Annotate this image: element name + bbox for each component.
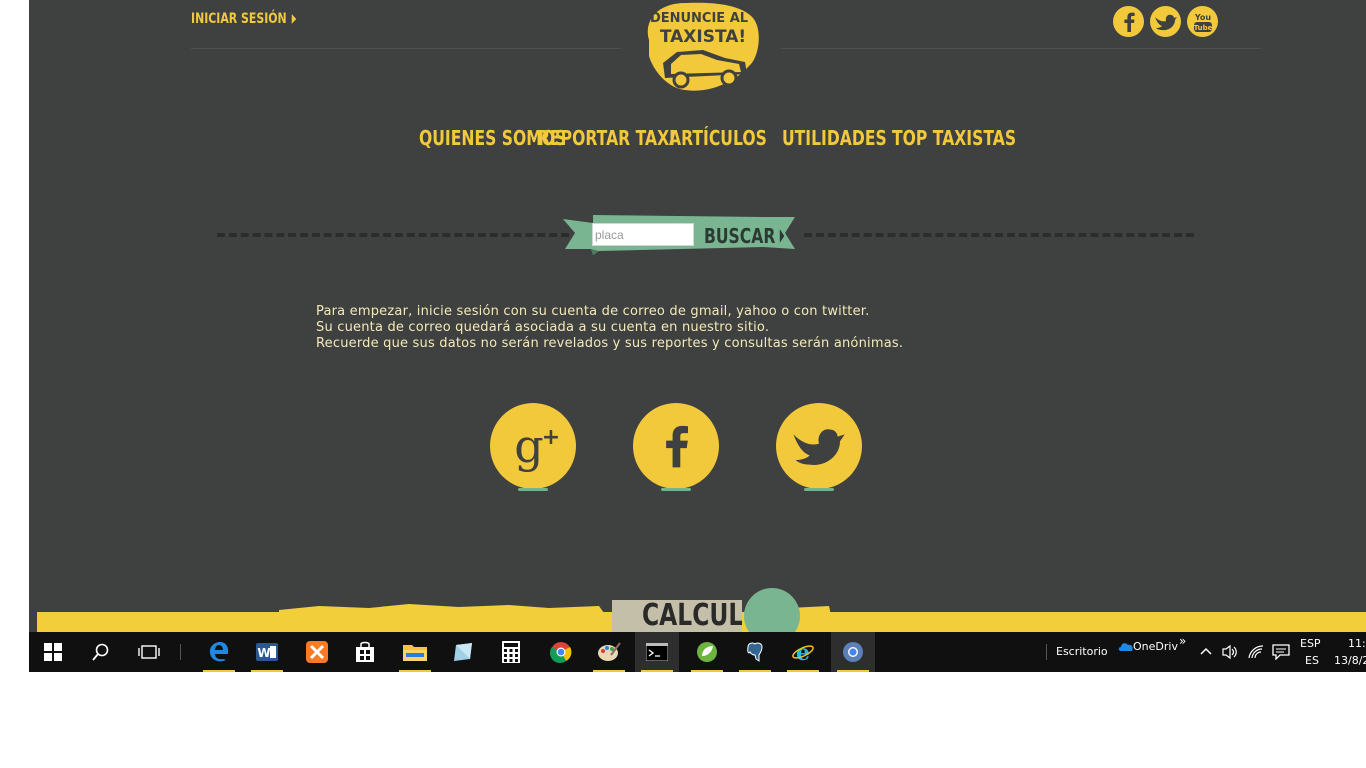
nav-item-articulos[interactable]: ARTÍCULOS [669,126,767,150]
windows-start-icon [44,643,62,661]
onedrive-label[interactable]: OneDriv [1133,640,1178,653]
nav-item-reportar-taxi[interactable]: REPORTAR TAXI [538,126,675,150]
postgres-icon [747,642,763,662]
svg-text:e: e [796,641,810,663]
taskbar-chrome-alt[interactable] [831,632,875,672]
site-logo[interactable]: DENUNCIE AL TAXISTA! [641,0,761,100]
main-nav: QUIENES SOMOS REPORTAR TAXI ARTÍCULOS UT… [29,126,1366,156]
calculator-icon [502,641,520,663]
notifications-icon[interactable] [1272,644,1290,660]
svg-text:+: + [542,425,560,450]
facebook-icon [1123,12,1135,32]
header-divider-left [191,48,621,49]
onedrive-icon [1118,643,1133,651]
facebook-icon [666,425,688,468]
plate-search-input[interactable] [592,223,694,246]
chrome-icon [843,642,863,662]
facebook-link[interactable] [1113,6,1144,37]
chrome-icon [550,642,572,663]
taskbar-separator [180,644,181,660]
language-code[interactable]: ESP [1300,637,1321,650]
svg-text:You: You [1193,13,1211,22]
nav-item-utilidades[interactable]: UTILIDADES [782,126,887,150]
windows-taskbar: W e Escritorio OneDriv » ESP ES 11: 13/8… [29,632,1366,672]
login-link[interactable]: INICIAR SESIÓN [191,11,297,27]
search-button-label: BUSCAR [704,224,776,248]
logo-text-line2: TAXISTA! [660,27,746,47]
svg-text:g: g [514,419,543,473]
nav-item-top-taxistas[interactable]: TOP TAXISTAS [892,126,1016,150]
facebook-login-button[interactable] [633,403,719,491]
twitter-bird-icon [793,429,845,465]
paint-icon [598,642,621,661]
taskbar-search-button[interactable] [79,632,123,672]
clock-date[interactable]: 13/8/20 [1334,654,1366,667]
page-viewport: INICIAR SESIÓN DENUNCIE AL TAXISTA! You … [29,0,1366,672]
task-view-button[interactable] [127,632,171,672]
taskbar-store[interactable] [343,632,387,672]
calcula-label: CALCULA [642,600,742,632]
google-plus-icon: g + [514,419,560,473]
intro-line: Su cuenta de correo quedará asociada a s… [316,320,770,335]
folder-icon [403,645,427,661]
taskbar-paint[interactable] [587,632,631,672]
intro-line: Para empezar, inicie sesión con su cuent… [316,304,870,319]
ie-icon: e [792,641,814,663]
svg-text:W: W [257,646,270,660]
taskbar-internet-explorer[interactable]: e [781,632,825,672]
login-label: INICIAR SESIÓN [191,11,287,27]
twitter-bird-icon [1154,14,1177,30]
youtube-link[interactable]: You Tube [1187,6,1218,37]
chevron-up-icon[interactable] [1200,647,1212,655]
taskbar-postgres[interactable] [733,632,777,672]
word-icon: W [256,643,278,661]
login-instructions: Para empezar, inicie sesión con su cuent… [316,304,903,352]
taskbar-file-explorer[interactable] [393,632,437,672]
intro-line: Recuerde que sus datos no serán revelado… [316,336,904,351]
logo-text-line1: DENUNCIE AL [650,11,748,26]
youtube-icon: You Tube [1193,13,1212,32]
system-tray: Escritorio OneDriv » ESP ES 11:0 13/8/20 [1046,632,1366,672]
edge-icon [209,642,229,662]
search-button[interactable]: BUSCAR [704,224,785,248]
toolbar-overflow-chevron[interactable]: » [1179,634,1186,648]
volume-icon[interactable] [1222,644,1238,660]
search-icon [92,643,109,661]
google-plus-login-button[interactable]: g + [490,403,576,491]
taskbar-app[interactable] [441,632,485,672]
caret-right-icon [780,229,785,243]
desktop-toolbar-label[interactable]: Escritorio [1056,645,1108,658]
xampp-icon [306,641,328,663]
calcula-banner[interactable]: CALCULA [612,600,742,632]
task-view-icon [138,645,160,659]
app-icon [454,643,472,661]
dashed-divider-left [217,233,569,237]
taskbar-chrome[interactable] [539,632,583,672]
store-icon [356,641,374,662]
taskbar-word[interactable]: W [245,632,289,672]
taskbar-edge[interactable] [197,632,241,672]
terminal-icon [646,643,668,661]
taskbar-xampp[interactable] [295,632,339,672]
caret-right-icon [291,14,297,24]
start-button[interactable] [31,632,75,672]
taskbar-terminal[interactable] [635,632,679,672]
dashed-divider-right [804,233,1194,237]
keyboard-layout[interactable]: ES [1305,654,1319,667]
twitter-link[interactable] [1150,6,1181,37]
taskbar-spring[interactable] [685,632,729,672]
header-divider-right [781,48,1261,49]
taskbar-calculator[interactable] [489,632,533,672]
svg-text:Tube: Tube [1193,24,1212,32]
twitter-login-button[interactable] [776,403,862,491]
wifi-icon[interactable] [1248,644,1264,660]
clock-time[interactable]: 11:0 [1348,637,1366,650]
header-social-links: You Tube [1113,6,1218,37]
spring-icon [697,642,717,662]
